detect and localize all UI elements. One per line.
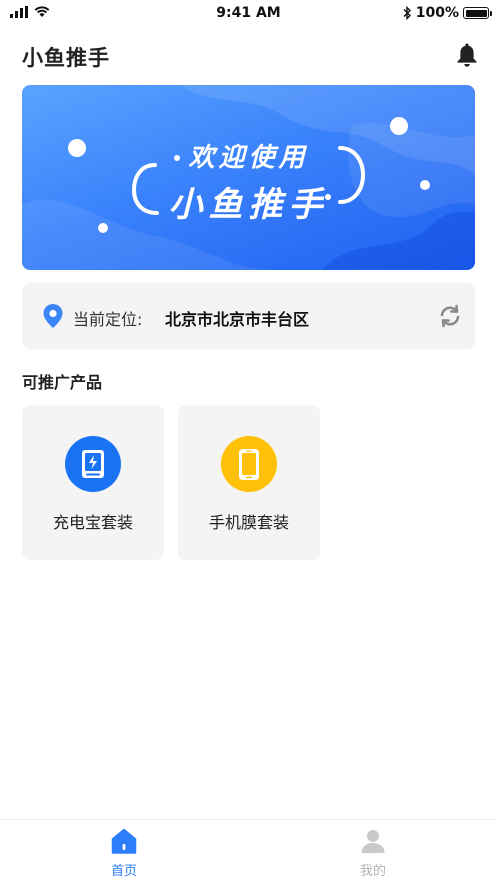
location-card: 当前定位: 北京市北京市丰台区 xyxy=(22,283,475,349)
tab-mine[interactable]: 我的 xyxy=(249,820,497,883)
app-header: 小鱼推手 xyxy=(0,28,497,84)
power-bank-icon xyxy=(65,436,121,492)
phone-film-icon xyxy=(221,436,277,492)
section-title: 可推广产品 xyxy=(22,373,103,392)
status-bar: 9:41 AM 100% xyxy=(0,0,497,28)
banner-title-line1: 欢迎使用 xyxy=(188,143,309,173)
tab-bar: 首页 我的 xyxy=(0,819,497,883)
location-label: 当前定位: xyxy=(73,310,143,329)
bell-icon[interactable] xyxy=(455,42,479,68)
tab-label: 首页 xyxy=(110,864,137,879)
location-value: 北京市北京市丰台区 xyxy=(165,310,310,329)
page-title: 小鱼推手 xyxy=(22,46,110,70)
banner-title-line2: 小鱼推手 xyxy=(168,185,329,225)
user-icon xyxy=(361,830,385,853)
product-label: 充电宝套装 xyxy=(52,513,133,532)
location-pin-icon xyxy=(43,304,63,328)
status-right: 100% xyxy=(403,5,492,21)
product-card-phone-film[interactable]: 手机膜套装 xyxy=(178,405,320,560)
refresh-icon[interactable] xyxy=(437,303,463,329)
home-icon xyxy=(111,828,137,854)
bluetooth-icon xyxy=(403,6,411,20)
battery-percent: 100% xyxy=(415,5,459,21)
tab-home[interactable]: 首页 xyxy=(0,820,248,883)
battery-icon xyxy=(463,7,492,19)
welcome-banner[interactable]: 欢迎使用 小鱼推手 xyxy=(22,85,475,270)
product-label: 手机膜套装 xyxy=(208,513,289,532)
app-screen: 9:41 AM 100% 小鱼推手 欢迎使用 小鱼推手 当前定位: 北京市北京市… xyxy=(0,0,497,883)
tab-label: 我的 xyxy=(359,864,386,879)
product-card-power-bank[interactable]: 充电宝套装 xyxy=(22,405,164,560)
